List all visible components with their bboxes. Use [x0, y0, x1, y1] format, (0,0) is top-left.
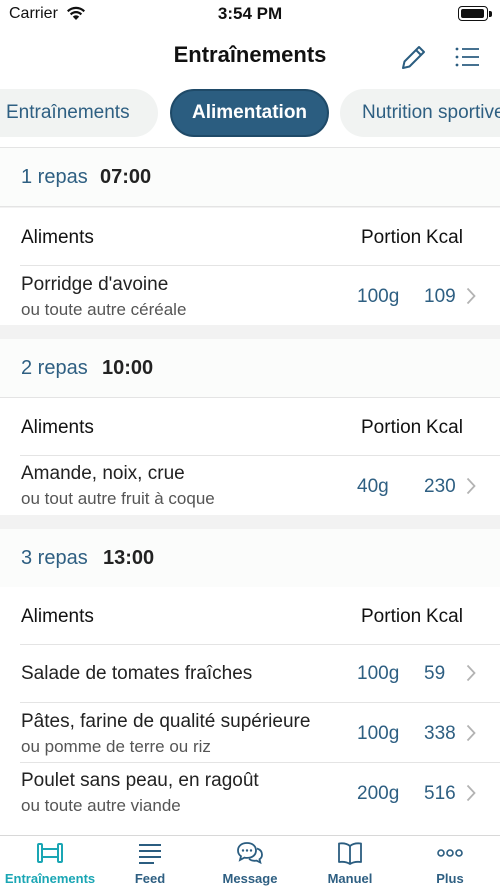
feed-lines-icon [139, 844, 161, 864]
meal-time: 07:00 [100, 166, 152, 188]
navigation-bar: Entraînements [0, 30, 500, 82]
battery-tip [489, 11, 492, 17]
food-portion: 100g [357, 663, 400, 684]
list-view-button[interactable] [450, 40, 484, 74]
tabbar-item-feed[interactable]: Feed [100, 840, 200, 889]
meal-header: 3 repas 13:00 [0, 529, 500, 588]
food-name: Pâtes, farine de qualité supérieure [21, 711, 311, 732]
food-name: Porridge d'avoine [21, 274, 169, 295]
status-bar: Carrier 3:54 PM [0, 0, 500, 30]
tabbar-item-entrainements[interactable]: Entraînements [0, 840, 100, 889]
chevron-right-icon [466, 477, 476, 495]
tab-nutrition-sportive[interactable]: Nutrition sportive [340, 89, 500, 137]
food-alternative: ou toute autre céréale [21, 300, 187, 319]
tab-alimentation[interactable]: Alimentation [170, 89, 329, 137]
meal-label: 2 repas [21, 357, 88, 379]
food-name: Amande, noix, crue [21, 463, 185, 484]
tabbar-label: Feed [134, 871, 166, 886]
food-row[interactable]: Salade de tomates fraîches 100g 59 [0, 645, 500, 703]
chevron-right-icon [466, 664, 476, 682]
tabbar-label: Plus [436, 871, 464, 886]
chevron-right-icon [466, 784, 476, 802]
meal-header: 2 repas 10:00 [0, 339, 500, 398]
meal-label: 3 repas [21, 547, 88, 569]
status-time: 3:54 PM [217, 4, 283, 23]
food-portion: 100g [357, 723, 400, 744]
chat-bubbles-icon [237, 842, 263, 865]
column-header: Aliments Portion Kcal [0, 587, 500, 645]
column-aliments: Aliments [21, 606, 94, 627]
food-row[interactable]: Amande, noix, crue ou tout autre fruit à… [0, 456, 500, 515]
tabbar-item-message[interactable]: Message [200, 840, 300, 889]
food-portion: 100g [357, 286, 400, 307]
pencil-icon [402, 46, 425, 69]
food-name: Poulet sans peau, en ragoût [21, 770, 259, 791]
food-kcal: 109 [424, 286, 456, 307]
food-portion: 40g [357, 476, 389, 497]
food-kcal: 230 [424, 476, 456, 497]
tabbar-label: Message [222, 871, 278, 886]
column-portion: Portion [361, 227, 422, 248]
edit-button[interactable] [397, 40, 431, 74]
food-row[interactable]: Poulet sans peau, en ragoût ou toute aut… [0, 763, 500, 835]
food-kcal: 59 [424, 663, 446, 684]
chevron-right-icon [466, 724, 476, 742]
tab-label: Alimentation [191, 102, 308, 123]
food-alternative: ou tout autre fruit à coque [21, 489, 215, 508]
tabbar-label: Entraînements [4, 871, 96, 886]
column-header: Aliments Portion Kcal [0, 398, 500, 456]
food-name: Salade de tomates fraîches [21, 663, 253, 684]
dumbbell-icon [37, 843, 63, 863]
column-kcal: Kcal [426, 417, 463, 438]
food-alternative: ou toute autre viande [21, 796, 181, 815]
column-portion: Portion [361, 417, 422, 438]
meal-header: 1 repas 07:00 [0, 148, 500, 207]
chevron-right-icon [466, 287, 476, 305]
meal-time: 10:00 [102, 357, 154, 379]
meal-label: 1 repas [21, 166, 88, 188]
food-row[interactable]: Porridge d'avoine ou toute autre céréale… [0, 266, 500, 325]
food-alternative: ou pomme de terre ou riz [21, 737, 211, 756]
food-kcal: 338 [424, 723, 456, 744]
food-row[interactable]: Pâtes, farine de qualité supérieure ou p… [0, 703, 500, 763]
list-icon [455, 47, 479, 67]
tab-label: Nutrition sportive [362, 102, 500, 123]
column-aliments: Aliments [21, 227, 94, 248]
food-kcal: 516 [424, 783, 456, 804]
meal-time: 13:00 [103, 547, 155, 569]
battery-icon [458, 6, 488, 21]
category-tabs: Entraînements Alimentation Nutrition spo… [0, 82, 500, 148]
tabbar-item-manuel[interactable]: Manuel [300, 840, 400, 889]
more-dots-icon [437, 849, 463, 857]
book-icon [338, 842, 362, 865]
food-portion: 200g [357, 783, 400, 804]
column-header: Aliments Portion Kcal [0, 208, 500, 266]
column-aliments: Aliments [21, 417, 94, 438]
tabbar-item-plus[interactable]: Plus [400, 840, 500, 889]
column-kcal: Kcal [426, 227, 463, 248]
bottom-tab-bar: Entraînements Feed Message Manuel Plus [0, 835, 500, 889]
tab-label: Entraînements [6, 102, 130, 123]
tab-entrainements[interactable]: Entraînements [0, 89, 158, 137]
tabbar-label: Manuel [327, 871, 373, 886]
column-portion: Portion [361, 606, 422, 627]
column-kcal: Kcal [426, 606, 463, 627]
